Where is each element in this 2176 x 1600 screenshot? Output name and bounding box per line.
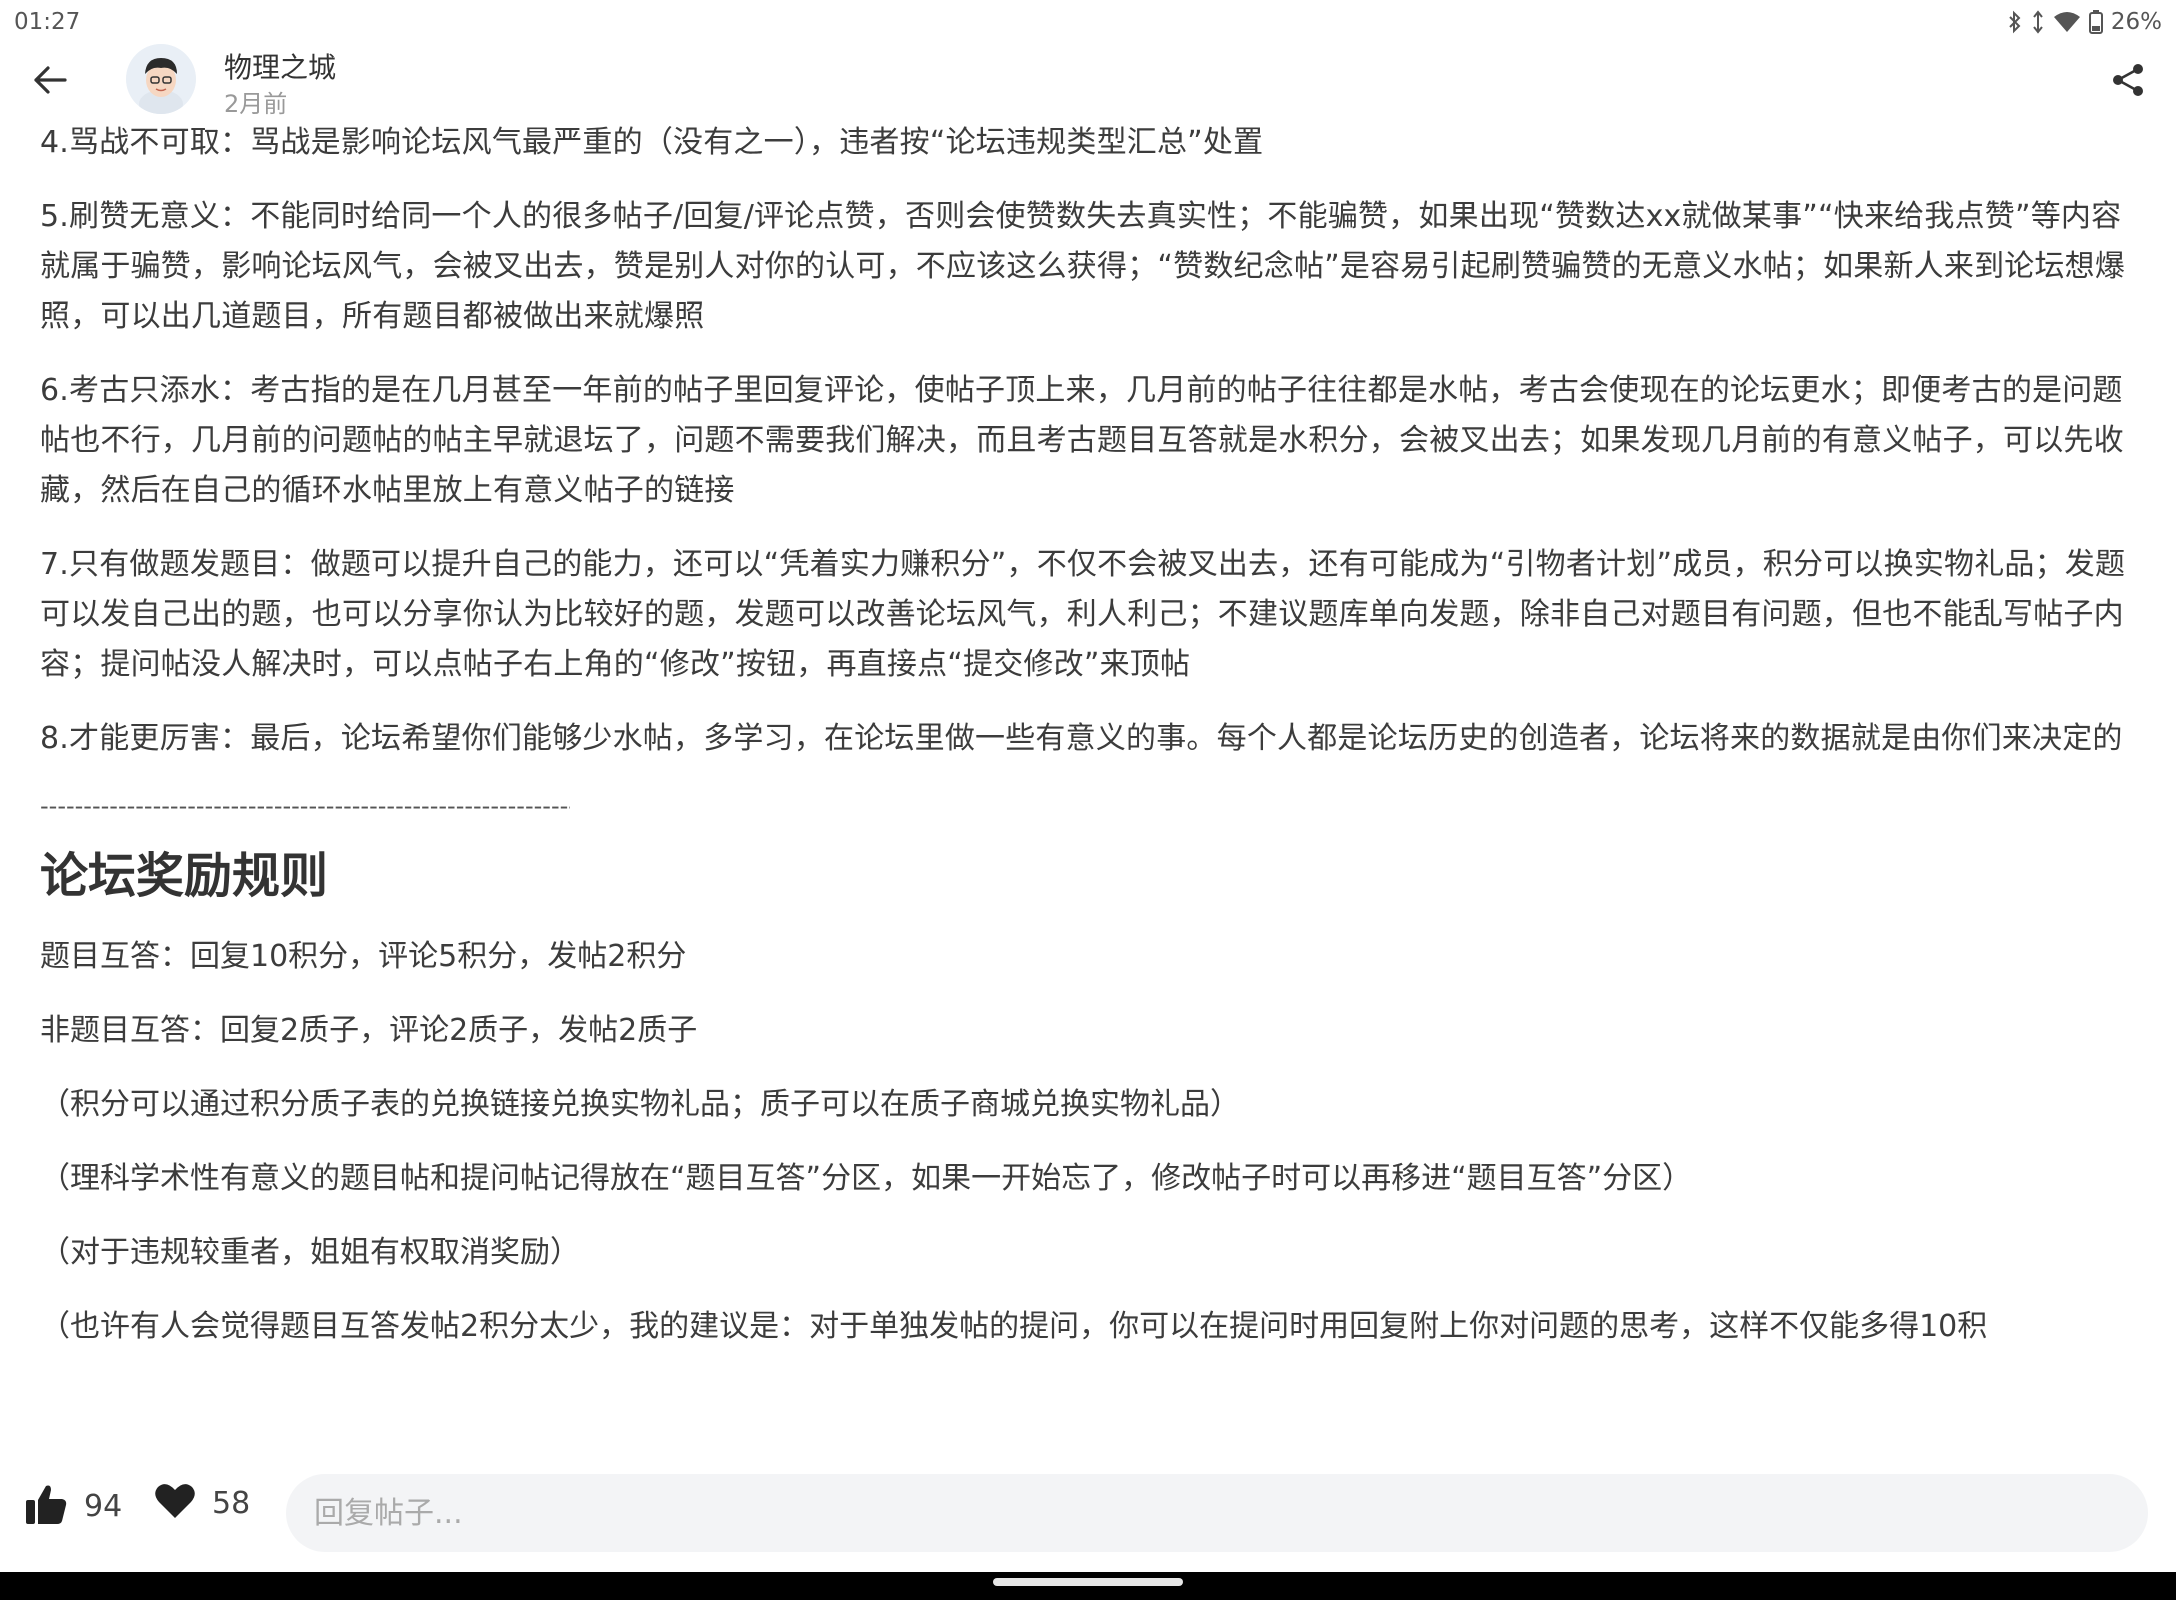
- back-button[interactable]: [30, 62, 70, 102]
- reward-line: （也许有人会觉得题目互答发帖2积分太少，我的建议是：对于单独发帖的提问，你可以在…: [40, 1309, 1988, 1344]
- favorite-count: 58: [212, 1485, 251, 1521]
- rule-paragraph: 6.考古只添水：考古指的是在几月甚至一年前的帖子里回复评论，使帖子顶上来，几月前…: [40, 373, 2124, 508]
- post-time: 2月前: [224, 90, 288, 118]
- rule-paragraph: 8.才能更厉害：最后，论坛希望你们能够少水帖，多学习，在论坛里做一些有意义的事。…: [40, 721, 2123, 756]
- battery-icon: [2088, 10, 2103, 34]
- signal-icon: [2031, 10, 2045, 34]
- heart-icon: [154, 1482, 196, 1524]
- favorite-button[interactable]: 58: [154, 1482, 250, 1524]
- reward-line: （对于违规较重者，姐姐有权取消奖励）: [40, 1235, 580, 1270]
- bottom-action-bar: 94 58: [0, 1460, 2176, 1570]
- wifi-icon: [2053, 11, 2081, 33]
- reward-line: 非题目互答：回复2质子，评论2质子，发帖2质子: [40, 1013, 698, 1048]
- bluetooth-icon: [2007, 10, 2023, 34]
- battery-percent: 26%: [2110, 9, 2162, 35]
- arrow-left-icon: [33, 65, 67, 99]
- reply-input[interactable]: [286, 1474, 2148, 1552]
- share-icon: [2111, 62, 2145, 102]
- section-title: 论坛奖励规则: [40, 848, 329, 904]
- rule-paragraph: 4.骂战不可取：骂战是影响论坛风气最严重的（没有之一），违者按“论坛违规类型汇总…: [40, 125, 1264, 160]
- reward-line: （积分可以通过积分质子表的兑换链接兑换实物礼品；质子可以在质子商城兑换实物礼品）: [40, 1087, 1240, 1122]
- rule-paragraph: 7.只有做题发题目：做题可以提升自己的能力，还可以“凭着实力赚积分”，不仅不会被…: [40, 547, 2126, 682]
- rule-paragraph: 5.刷赞无意义：不能同时给同一个人的很多帖子/回复/评论点赞，否则会使赞数失去真…: [40, 199, 2126, 334]
- like-count: 94: [84, 1488, 123, 1524]
- post-header: 物理之城 2月前: [0, 44, 2176, 126]
- system-nav-bar: [0, 1572, 2176, 1600]
- home-gesture-handle[interactable]: [993, 1578, 1183, 1586]
- reward-line: （理科学术性有意义的题目帖和提问帖记得放在“题目互答”分区，如果一开始忘了，修改…: [40, 1161, 1693, 1196]
- thumbs-up-icon: [24, 1482, 68, 1530]
- avatar[interactable]: [126, 44, 196, 114]
- like-button[interactable]: 94: [24, 1482, 122, 1530]
- status-bar: 01:27 26%: [0, 0, 2176, 44]
- status-icons: 26%: [2007, 9, 2162, 35]
- post-content: 4.骂战不可取：骂战是影响论坛风气最严重的（没有之一），违者按“论坛违规类型汇总…: [40, 118, 2140, 1436]
- share-button[interactable]: [2106, 60, 2150, 104]
- reward-line: 题目互答：回复10积分，评论5积分，发帖2积分: [40, 939, 687, 974]
- status-time: 01:27: [14, 9, 81, 35]
- divider-line: ----------------------------------------…: [40, 792, 570, 820]
- author-name[interactable]: 物理之城: [224, 46, 336, 86]
